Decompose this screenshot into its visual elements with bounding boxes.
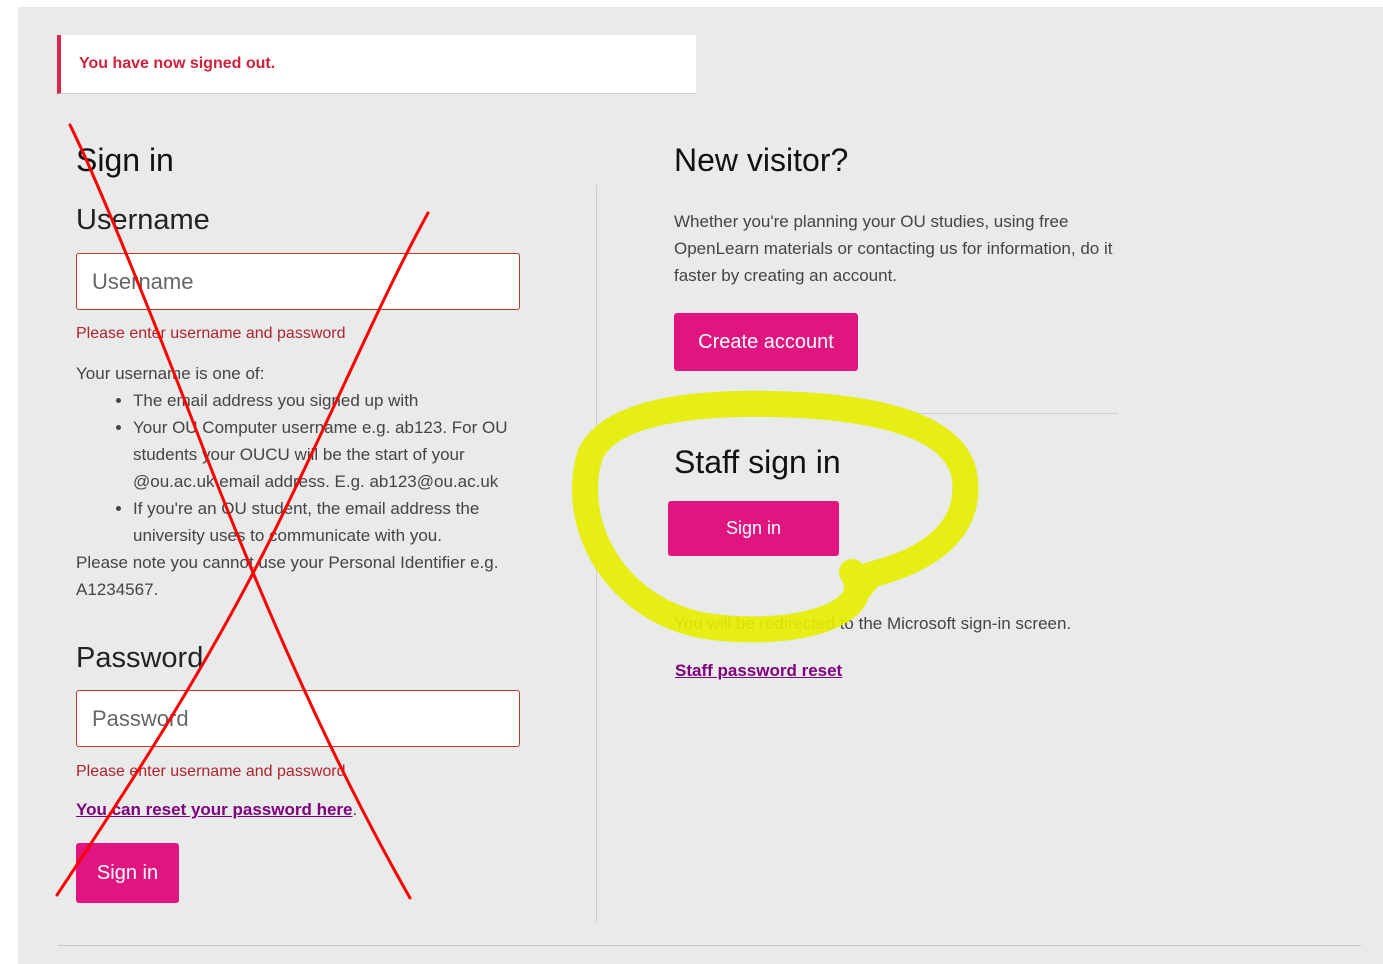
reset-link-suffix: .	[352, 800, 358, 819]
list-item: If you're an OU student, the email addre…	[133, 495, 528, 549]
username-input[interactable]	[76, 253, 520, 310]
footer-divider	[58, 945, 1361, 946]
create-account-button[interactable]: Create account	[674, 313, 858, 371]
new-visitor-heading: New visitor?	[674, 142, 849, 178]
username-help-intro: Your username is one of:	[76, 364, 265, 383]
reset-password-row: You can reset your password here.	[76, 800, 357, 820]
username-label: Username	[76, 204, 210, 236]
password-label: Password	[76, 642, 204, 674]
staff-password-reset-link[interactable]: Staff password reset	[675, 661, 842, 680]
username-help-note: Please note you cannot use your Personal…	[76, 553, 499, 599]
password-error: Please enter username and password	[76, 763, 346, 780]
username-error: Please enter username and password	[76, 325, 346, 342]
staff-signin-heading: Staff sign in	[674, 444, 841, 480]
new-visitor-description: Whether you're planning your OU studies,…	[674, 212, 1113, 285]
column-divider	[596, 185, 597, 922]
signin-button[interactable]: Sign in	[76, 843, 179, 903]
signed-out-alert: You have now signed out.	[57, 35, 696, 94]
alert-message: You have now signed out.	[79, 55, 276, 72]
staff-redirect-note: You will be redirected to the Microsoft …	[674, 614, 1072, 633]
username-help: Your username is one of: The email addre…	[76, 360, 536, 603]
list-item: The email address you signed up with	[133, 387, 528, 414]
password-input[interactable]	[76, 690, 520, 747]
section-divider	[674, 413, 1118, 414]
signin-heading: Sign in	[76, 142, 174, 178]
staff-signin-button[interactable]: Sign in	[668, 501, 839, 556]
list-item: Your OU Computer username e.g. ab123. Fo…	[133, 414, 528, 495]
reset-password-link[interactable]: You can reset your password here	[76, 800, 353, 819]
